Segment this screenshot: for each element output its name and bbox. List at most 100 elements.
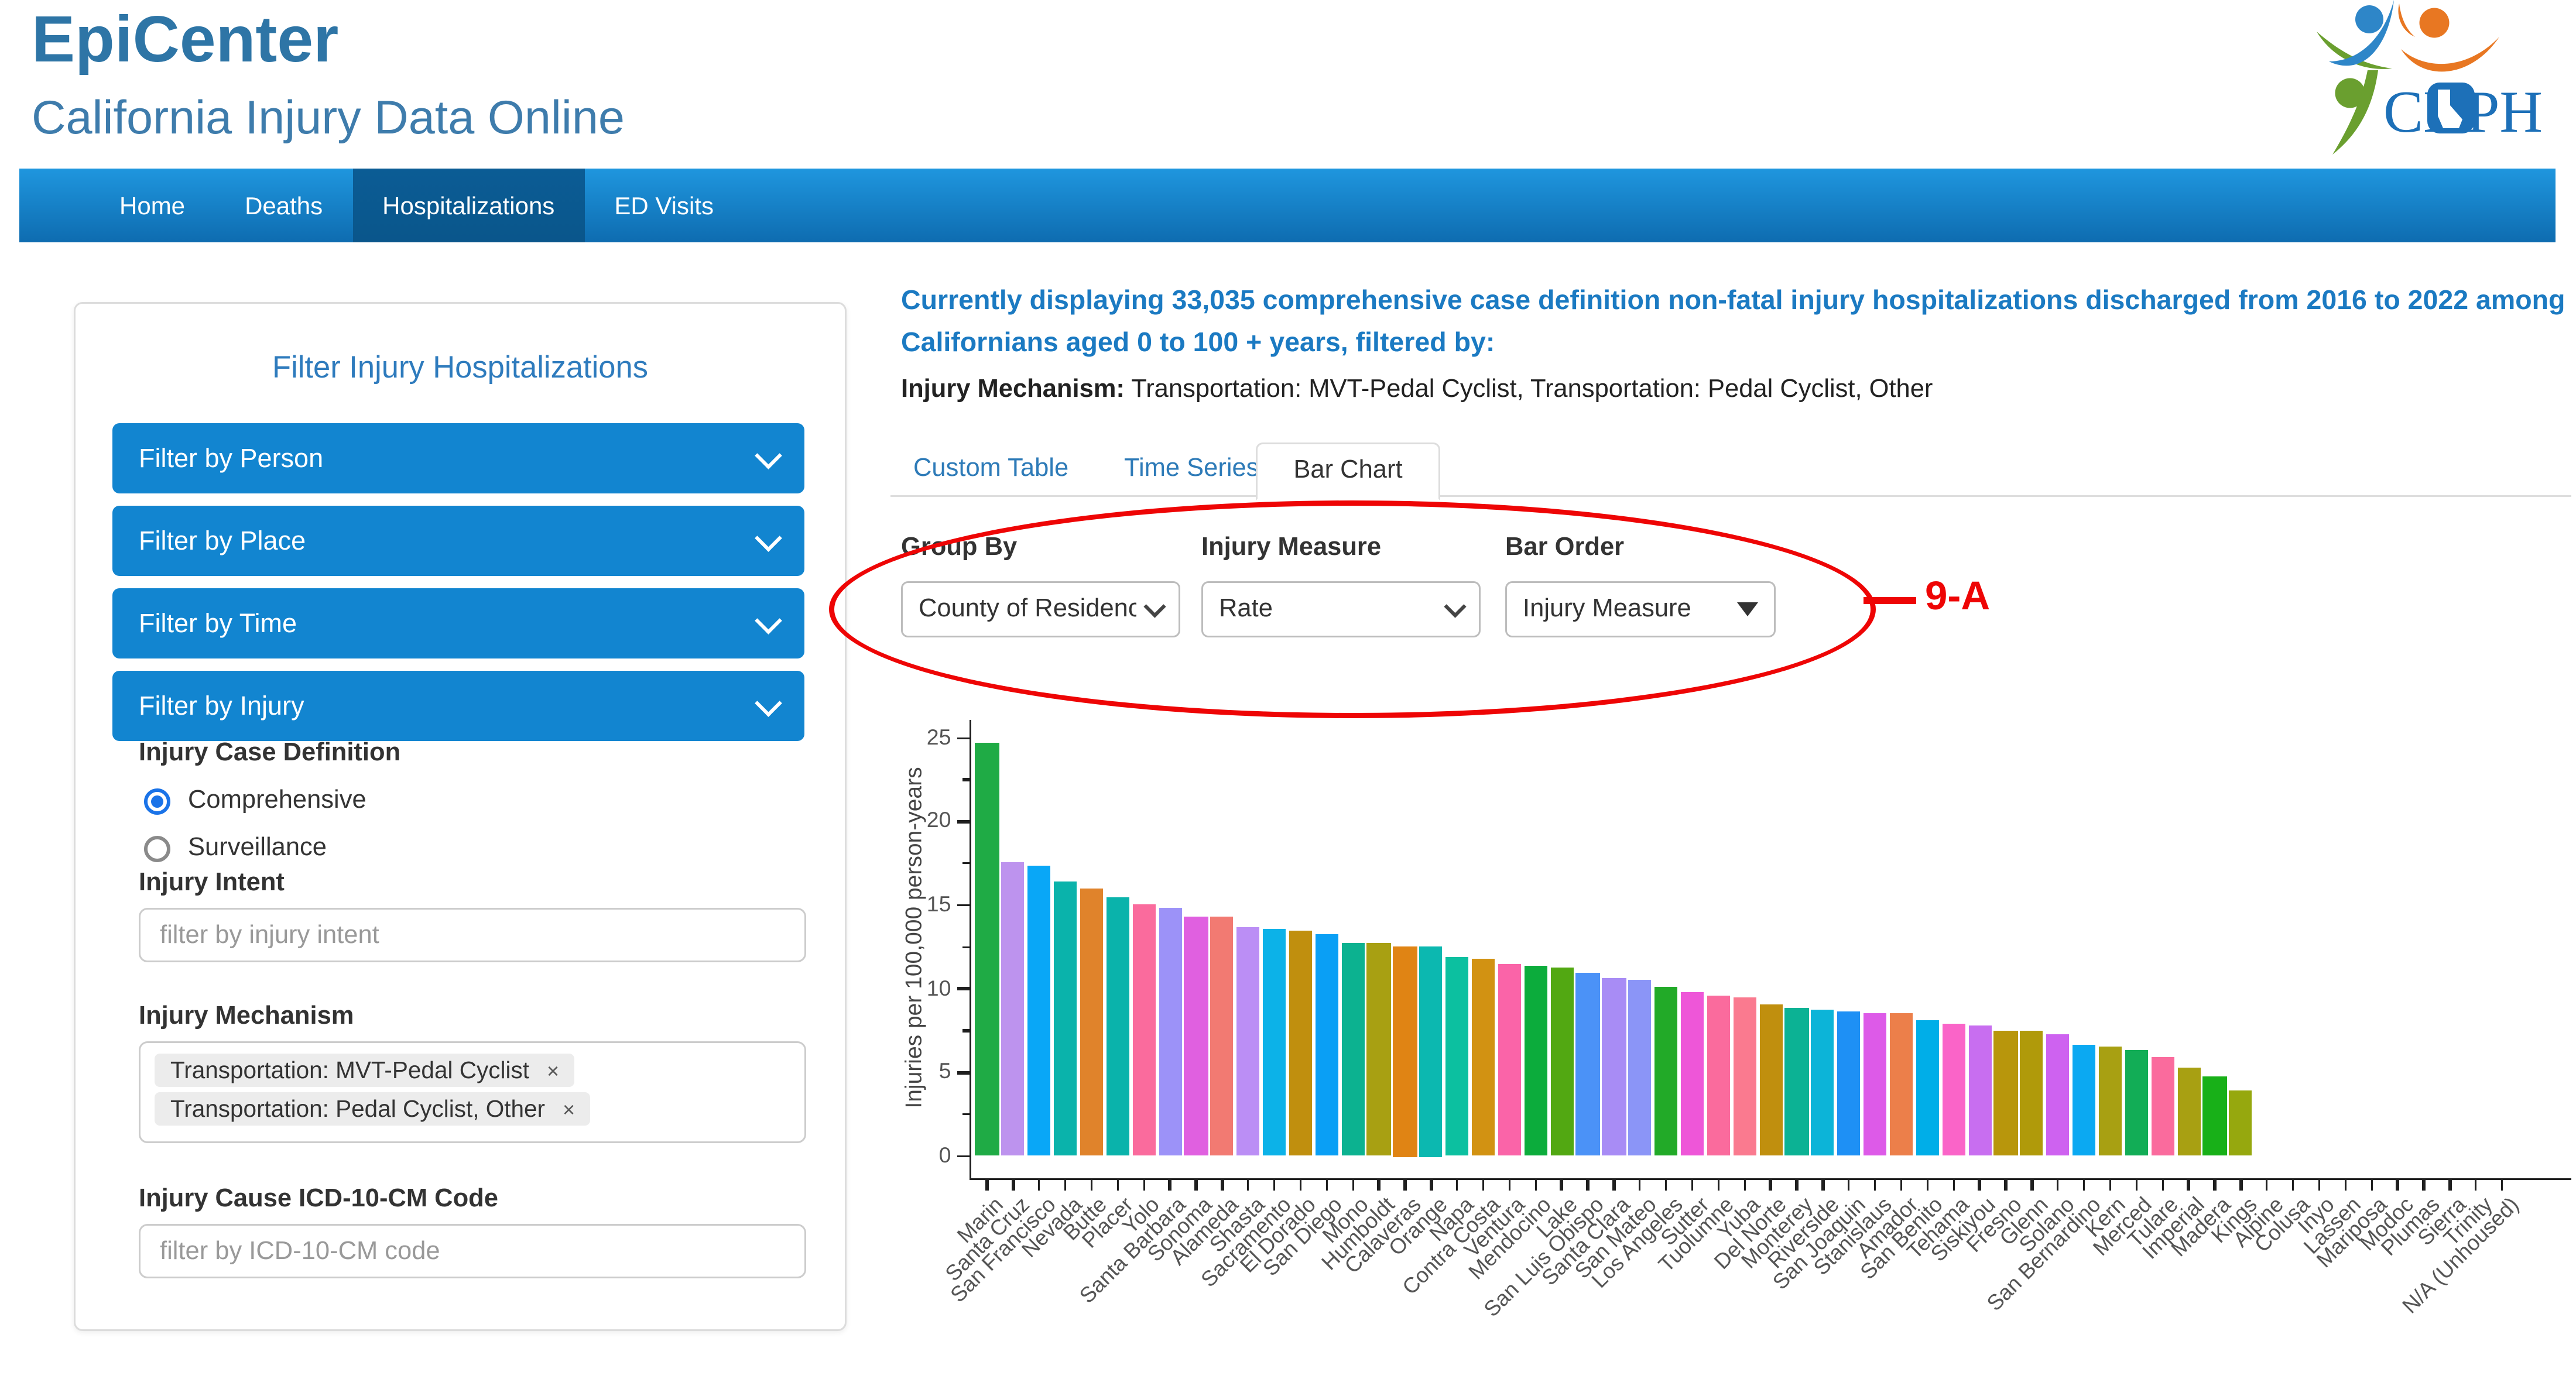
mechanism-tag-label: Transportation: Pedal Cyclist, Other: [170, 1096, 546, 1122]
bar[interactable]: [1628, 980, 1652, 1157]
bar[interactable]: [1654, 987, 1678, 1157]
bar[interactable]: [1916, 1020, 1939, 1157]
accordion-filter-by-time[interactable]: Filter by Time: [112, 588, 804, 658]
bar[interactable]: [1576, 972, 1599, 1157]
x-tick: [1221, 1178, 1224, 1191]
x-tick: [1430, 1178, 1433, 1191]
tab-time-series[interactable]: Time Series: [1124, 455, 1259, 483]
bar[interactable]: [2150, 1057, 2174, 1157]
x-tick: [2318, 1178, 2321, 1191]
x-tick: [1325, 1178, 1328, 1191]
accordion-label: Filter by Time: [139, 608, 297, 639]
bar[interactable]: [1785, 1007, 1808, 1157]
nav-item-deaths[interactable]: Deaths: [215, 169, 352, 242]
bar[interactable]: [1054, 881, 1077, 1157]
bar[interactable]: [1106, 897, 1129, 1157]
radio-label-surveillance: Surveillance: [188, 834, 327, 862]
sidebar-title: Filter Injury Hospitalizations: [272, 349, 648, 385]
bar[interactable]: [1080, 889, 1104, 1157]
nav-item-ed-visits[interactable]: ED Visits: [584, 169, 744, 242]
x-tick: [2291, 1178, 2294, 1191]
results-summary: Currently displaying 33,035 comprehensiv…: [901, 286, 2565, 358]
bar[interactable]: [1393, 947, 1417, 1157]
x-tick: [2266, 1178, 2269, 1191]
bar[interactable]: [2046, 1034, 2070, 1157]
bar[interactable]: [1132, 903, 1156, 1157]
bar[interactable]: [1341, 942, 1365, 1157]
bar[interactable]: [1602, 979, 1626, 1157]
bar[interactable]: [1315, 934, 1338, 1157]
bar[interactable]: [2073, 1044, 2096, 1157]
bar[interactable]: [1367, 944, 1390, 1157]
y-minor-tick: [961, 1030, 969, 1032]
x-tick: [2109, 1178, 2112, 1191]
radio-comprehensive[interactable]: [144, 788, 170, 815]
bar[interactable]: [2229, 1090, 2253, 1157]
bar[interactable]: [1498, 963, 1522, 1157]
bar[interactable]: [1236, 927, 1260, 1157]
bar[interactable]: [1445, 957, 1469, 1157]
injury-mechanism-multiselect[interactable]: Transportation: MVT-Pedal Cyclist × Transp…: [139, 1041, 806, 1143]
bar[interactable]: [1864, 1014, 1887, 1157]
injury-intent-input[interactable]: [139, 908, 806, 962]
accordion-filter-by-injury[interactable]: Filter by Injury: [112, 671, 804, 741]
nav-item-hospitalizations[interactable]: Hospitalizations: [352, 169, 585, 242]
y-minor-tick: [961, 1113, 969, 1116]
bar[interactable]: [1419, 947, 1443, 1157]
x-tick: [985, 1178, 989, 1191]
bar[interactable]: [1001, 862, 1025, 1157]
bar[interactable]: [1968, 1025, 1992, 1157]
y-tick: [956, 904, 969, 907]
bar[interactable]: [1707, 996, 1730, 1157]
bar[interactable]: [2098, 1045, 2122, 1157]
bar[interactable]: [2020, 1031, 2044, 1157]
accordion-filter-by-person[interactable]: Filter by Person: [112, 423, 804, 493]
bar[interactable]: [1941, 1024, 1965, 1157]
remove-tag-icon[interactable]: ×: [563, 1097, 575, 1122]
bar[interactable]: [1471, 959, 1495, 1157]
control-group-by-dropdown[interactable]: County of Residence: [901, 581, 1180, 637]
bar[interactable]: [1889, 1014, 1913, 1157]
y-tick-label: 5: [938, 1059, 951, 1085]
bar[interactable]: [1994, 1031, 2017, 1157]
x-tick: [2370, 1178, 2373, 1191]
bar[interactable]: [1550, 967, 1574, 1157]
remove-tag-icon[interactable]: ×: [547, 1059, 559, 1083]
bar[interactable]: [1524, 965, 1547, 1157]
control-label-bar-order: Bar Order: [1505, 534, 1625, 562]
control-bar-order-dropdown[interactable]: Injury Measure: [1505, 581, 1776, 637]
bar[interactable]: [2125, 1051, 2148, 1157]
bar[interactable]: [975, 743, 999, 1157]
bar[interactable]: [1158, 908, 1182, 1157]
x-tick: [1900, 1178, 1903, 1191]
bar[interactable]: [1680, 992, 1704, 1157]
x-tick: [1064, 1178, 1067, 1191]
nav-item-home[interactable]: Home: [90, 169, 215, 242]
tab-custom-table[interactable]: Custom Table: [913, 455, 1068, 483]
radio-surveillance[interactable]: [144, 836, 170, 862]
x-tick: [1691, 1178, 1694, 1191]
accordion-filter-by-place[interactable]: Filter by Place: [112, 506, 804, 576]
bar[interactable]: [1210, 917, 1234, 1157]
x-tick: [1717, 1178, 1720, 1191]
bar[interactable]: [1184, 917, 1208, 1157]
active-filter-label: Injury Mechanism:: [901, 376, 1125, 404]
bar[interactable]: [1027, 865, 1051, 1157]
x-tick: [1926, 1178, 1929, 1191]
bar[interactable]: [1811, 1009, 1835, 1157]
x-tick: [1299, 1178, 1302, 1191]
tab-bar-chart[interactable]: Bar Chart: [1256, 443, 1440, 500]
control-injury-measure-dropdown[interactable]: Rate: [1201, 581, 1481, 637]
icd-code-input[interactable]: [139, 1224, 806, 1278]
bar[interactable]: [1262, 928, 1286, 1157]
bar[interactable]: [2177, 1067, 2201, 1157]
x-tick: [1664, 1178, 1668, 1191]
bar[interactable]: [1289, 930, 1313, 1157]
bar[interactable]: [1837, 1010, 1861, 1157]
bar[interactable]: [1733, 997, 1756, 1157]
bar[interactable]: [1759, 1004, 1783, 1157]
icd-code-label: Injury Cause ICD-10-CM Code: [139, 1185, 498, 1213]
x-tick: [1612, 1178, 1615, 1191]
x-tick: [1534, 1178, 1537, 1191]
bar[interactable]: [2203, 1076, 2226, 1157]
